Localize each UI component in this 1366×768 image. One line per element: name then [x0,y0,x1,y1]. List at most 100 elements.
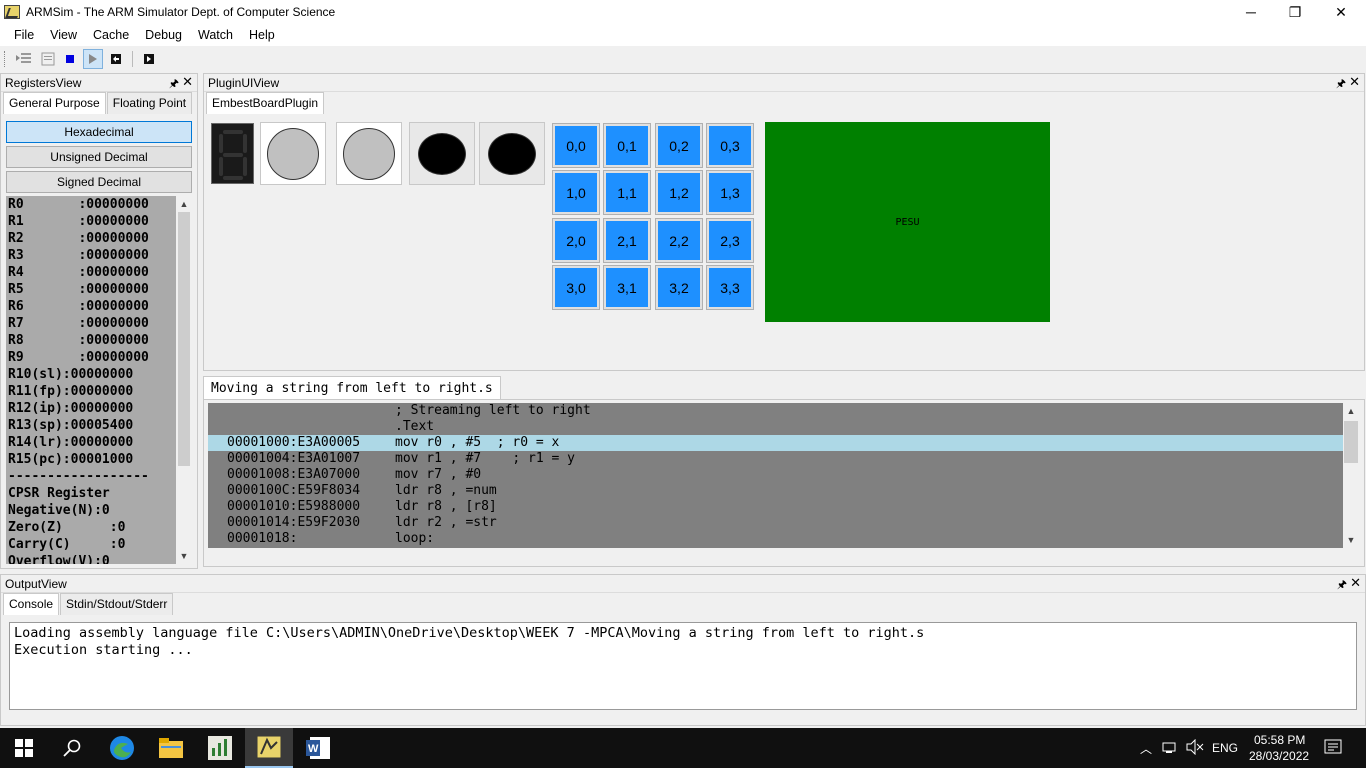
register-line: R10(sl):00000000 [8,367,134,382]
code-line[interactable]: 00001010:E5988000 ldr r8 , [r8] [208,499,1343,515]
code-line[interactable]: 00001008:E3A07000 mov r7 , #0 [208,467,1343,483]
keypad-button[interactable]: 1,1 [603,170,651,215]
plugin-view-title: PluginUIView [208,75,280,90]
keypad-button[interactable]: 3,3 [706,265,754,310]
code-line[interactable]: 0000100C:E59F8034 ldr r8 , =num [208,483,1343,499]
code-line[interactable]: ; Streaming left to right [208,403,1343,419]
run-icon[interactable] [83,49,103,69]
clock-time[interactable]: 05:58 PM [1254,733,1305,747]
scroll-down-icon[interactable]: ▼ [176,548,192,564]
taskbar: W ︿ ENG 05:58 PM 28/03/2022 [0,728,1366,768]
charts-app-icon[interactable] [196,728,244,768]
registers-view-header: RegistersView 🖈 ✕ [1,74,197,92]
hexadecimal-button[interactable]: Hexadecimal [6,121,192,143]
stop-icon[interactable] [60,49,80,69]
plugin-tabs: EmbestBoardPlugin [204,92,1364,114]
keypad-button[interactable]: 0,0 [552,123,600,168]
code-line[interactable]: 00001018: loop: [208,531,1343,547]
code-line[interactable]: .Text [208,419,1343,435]
notification-icon[interactable] [1324,739,1342,758]
code-source: ldr r8 , [r8] [395,499,497,514]
close-button[interactable]: ✕ [1318,0,1364,24]
keypad-button[interactable]: 0,1 [603,123,651,168]
pin-icon[interactable]: 🖈 [169,75,179,94]
scroll-thumb[interactable] [1344,421,1358,463]
keypad-button[interactable]: 3,2 [655,265,703,310]
file-explorer-icon[interactable] [147,728,195,768]
led-3[interactable] [409,122,475,185]
code-line[interactable]: 00001014:E59F2030 ldr r2 , =str [208,515,1343,531]
register-tabs: General Purpose Floating Point [1,92,197,114]
register-scrollbar[interactable]: ▲ ▼ [176,196,192,564]
restart-icon[interactable] [139,49,159,69]
toolbar-grip[interactable] [4,51,7,67]
title-bar: ARMSim - The ARM Simulator Dept. of Comp… [0,0,1366,24]
keypad-button[interactable]: 3,1 [603,265,651,310]
tab-general-purpose[interactable]: General Purpose [3,92,106,114]
keypad-button[interactable]: 1,2 [655,170,703,215]
pin-icon[interactable]: 🖈 [1337,576,1347,595]
minimize-button[interactable]: ─ [1228,0,1274,24]
close-icon[interactable]: ✕ [1350,575,1361,591]
step-into-icon[interactable] [14,49,34,69]
tab-embest-board-plugin[interactable]: EmbestBoardPlugin [206,92,325,114]
chevron-up-icon[interactable]: ︿ [1140,740,1152,757]
keypad-button[interactable]: 2,1 [603,218,651,263]
armsim-icon[interactable] [245,728,293,768]
console-line: Loading assembly language file C:\Users\… [14,625,925,641]
keypad-button[interactable]: 2,2 [655,218,703,263]
keypad-button[interactable]: 0,3 [706,123,754,168]
code-listing[interactable]: ; Streaming left to right .Text 00001000:E… [208,403,1343,548]
restore-button[interactable]: ❐ [1272,0,1318,24]
close-icon[interactable]: ✕ [182,74,193,90]
led-4[interactable] [479,122,545,185]
code-scrollbar[interactable]: ▲ ▼ [1343,403,1360,548]
keypad-button[interactable]: 3,0 [552,265,600,310]
pin-icon[interactable]: 🖈 [1336,75,1346,94]
code-line[interactable]: 00001004:E3A01007 mov r1 , #7 ; r1 = y [208,451,1343,467]
keypad-button[interactable]: 0,2 [655,123,703,168]
clock-date[interactable]: 28/03/2022 [1249,749,1309,763]
keypad-button[interactable]: 2,0 [552,218,600,263]
scroll-up-icon[interactable]: ▲ [1343,403,1359,419]
code-line[interactable]: 00001000:E3A00005 mov r0 , #5 ; r0 = x [208,435,1343,451]
tab-console[interactable]: Console [3,593,60,615]
close-icon[interactable]: ✕ [1349,74,1360,90]
network-icon[interactable] [1162,740,1178,757]
speaker-muted-icon[interactable] [1186,738,1204,758]
menu-cache[interactable]: Cache [85,28,137,42]
register-line: Zero(Z) :0 [8,520,126,535]
language-indicator[interactable]: ENG [1212,741,1238,755]
keypad-button[interactable]: 1,0 [552,170,600,215]
code-address: 00001018: [227,531,298,546]
reload-icon[interactable] [106,49,126,69]
edge-icon[interactable] [98,728,146,768]
tab-source-file[interactable]: Moving a string from left to right.s [203,376,501,400]
tab-stdin-stdout-stderr[interactable]: Stdin/Stdout/Stderr [60,593,174,615]
led-1[interactable] [260,122,326,185]
menu-file[interactable]: File [6,28,42,42]
led-3-circle [418,132,466,175]
unsigned-decimal-button[interactable]: Unsigned Decimal [6,146,192,168]
register-line: Negative(N):0 [8,503,110,518]
step-over-icon[interactable] [37,49,57,69]
signed-decimal-button[interactable]: Signed Decimal [6,171,192,193]
menu-view[interactable]: View [42,28,85,42]
keypad-button[interactable]: 2,3 [706,218,754,263]
scroll-up-icon[interactable]: ▲ [176,196,192,212]
register-list: R0 :00000000 R1 :00000000 R2 :00000000 R3 :… [6,196,176,564]
start-icon[interactable] [0,728,48,768]
word-icon[interactable]: W [294,728,342,768]
keypad-button[interactable]: 1,3 [706,170,754,215]
console-output[interactable]: Loading assembly language file C:\Users\… [9,622,1357,710]
menu-debug[interactable]: Debug [137,28,190,42]
scroll-thumb[interactable] [178,212,190,466]
lcd-display: PESU [765,122,1050,322]
menu-help[interactable]: Help [241,28,283,42]
toolbar [0,47,1366,71]
scroll-down-icon[interactable]: ▼ [1343,532,1359,548]
menu-watch[interactable]: Watch [190,28,241,42]
led-2[interactable] [336,122,402,185]
tab-floating-point[interactable]: Floating Point [106,92,193,114]
search-icon[interactable] [48,728,96,768]
